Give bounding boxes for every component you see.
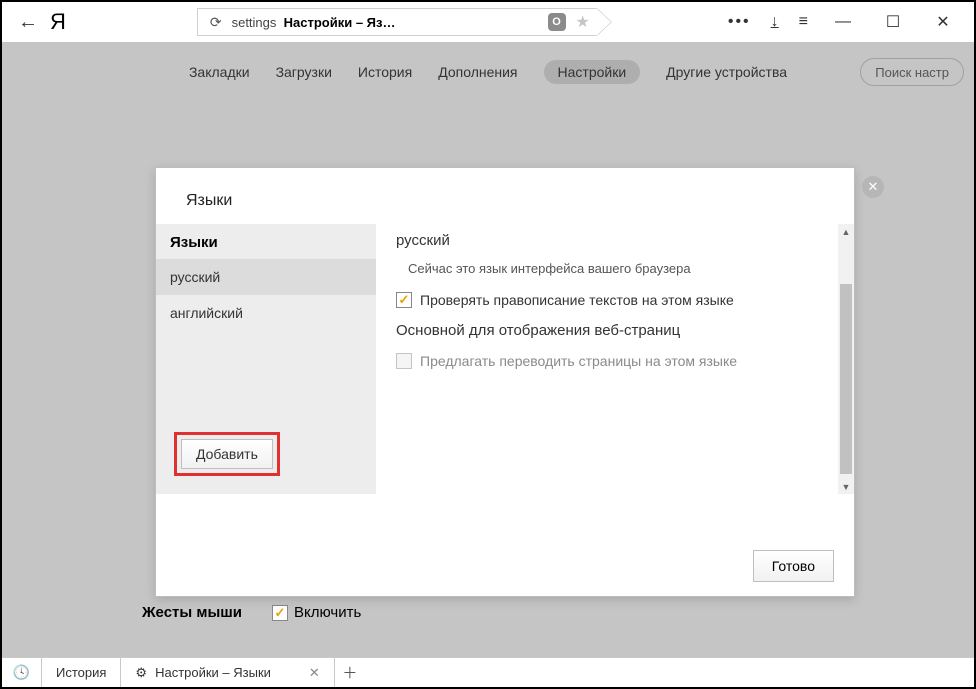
tab-settings-languages[interactable]: ⚙ Настройки – Языки ✕ <box>121 658 334 687</box>
reload-icon[interactable]: ⟳ <box>210 14 222 31</box>
scroll-up-icon[interactable]: ▲ <box>838 224 854 239</box>
translate-label: Предлагать переводить страницы на этом я… <box>420 353 737 369</box>
tab-strip: 🕓 История ⚙ Настройки – Языки ✕ ＋ <box>2 657 974 687</box>
nav-history[interactable]: История <box>358 64 412 80</box>
protect-icon[interactable]: O <box>548 13 566 31</box>
nav-addons[interactable]: Дополнения <box>438 64 517 80</box>
window-close-icon[interactable]: ✕ <box>928 12 958 32</box>
spellcheck-checkbox[interactable]: Проверять правописание текстов на этом я… <box>396 292 834 308</box>
display-language-heading: Основной для отображения веб-страниц <box>396 322 834 339</box>
yandex-logo-icon[interactable]: Я <box>50 9 66 35</box>
checkbox-icon <box>396 292 412 308</box>
language-list-panel: Языки русский английский Добавить <box>156 224 376 494</box>
done-button[interactable]: Готово <box>753 550 834 582</box>
nav-downloads[interactable]: Загрузки <box>276 64 332 80</box>
window-minimize-icon[interactable]: — <box>828 13 858 31</box>
menu-icon[interactable]: ••• <box>728 13 751 31</box>
settings-page: Закладки Загрузки История Дополнения Нас… <box>2 42 974 657</box>
tab-label: Настройки – Языки <box>155 665 271 680</box>
address-bar[interactable]: ⟳ settings Настройки – Яз… O ★ <box>197 8 597 36</box>
hamburger-icon[interactable]: ≡ <box>799 13 808 31</box>
tab-close-icon[interactable]: ✕ <box>309 665 320 681</box>
selected-language-name: русский <box>396 232 834 249</box>
dialog-close-icon[interactable]: ✕ <box>862 176 884 198</box>
mouse-gestures-label: Жесты мыши <box>142 604 242 621</box>
checkbox-icon <box>272 605 288 621</box>
tab-label: История <box>56 665 106 680</box>
nav-devices[interactable]: Другие устройства <box>666 64 787 80</box>
language-item-russian[interactable]: русский <box>156 259 376 295</box>
scrollbar-thumb[interactable] <box>840 284 852 474</box>
translate-checkbox: Предлагать переводить страницы на этом я… <box>396 353 834 369</box>
downloads-icon[interactable]: ↓ <box>771 13 779 31</box>
languages-dialog: ✕ Языки Языки русский английский Добавит… <box>155 167 855 597</box>
add-language-highlight: Добавить <box>174 432 280 476</box>
mouse-gestures-enable-checkbox[interactable]: Включить <box>272 604 361 621</box>
detail-scrollbar[interactable]: ▲ ▼ <box>838 224 854 494</box>
language-item-english[interactable]: английский <box>156 295 376 331</box>
new-tab-button[interactable]: ＋ <box>335 658 365 687</box>
mouse-gestures-enable-label: Включить <box>294 604 361 621</box>
spellcheck-label: Проверять правописание текстов на этом я… <box>420 292 734 308</box>
window-maximize-icon[interactable]: ☐ <box>878 12 908 32</box>
mouse-gestures-setting: Жесты мыши Включить <box>142 604 361 621</box>
status-clock-icon[interactable]: 🕓 <box>2 658 42 687</box>
gear-icon: ⚙ <box>135 665 147 681</box>
nav-settings[interactable]: Настройки <box>544 60 641 84</box>
language-list-heading: Языки <box>156 224 376 259</box>
scroll-down-icon[interactable]: ▼ <box>838 479 854 494</box>
settings-nav: Закладки Загрузки История Дополнения Нас… <box>2 42 974 102</box>
checkbox-icon <box>396 353 412 369</box>
nav-bookmarks[interactable]: Закладки <box>189 64 250 80</box>
back-button[interactable]: ← <box>18 11 38 34</box>
language-detail-panel: русский Сейчас это язык интерфейса вашег… <box>376 224 854 494</box>
add-language-button[interactable]: Добавить <box>181 439 273 469</box>
address-text: settings Настройки – Яз… <box>232 15 538 30</box>
interface-language-note: Сейчас это язык интерфейса вашего браузе… <box>396 261 834 276</box>
tab-history[interactable]: История <box>42 658 121 687</box>
dialog-title: Языки <box>156 168 854 224</box>
bookmark-star-icon[interactable]: ★ <box>576 12 590 32</box>
title-bar: ← Я ⟳ settings Настройки – Яз… O ★ ••• ↓… <box>2 2 974 42</box>
settings-search-input[interactable]: Поиск настр <box>860 58 964 86</box>
